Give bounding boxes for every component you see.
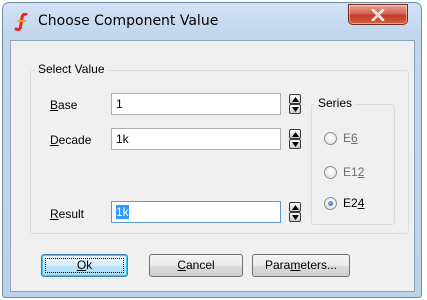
- series-option-label: E12: [343, 165, 365, 179]
- spin-down-icon: [292, 107, 299, 112]
- base-input[interactable]: 1: [111, 93, 281, 115]
- result-spin-up-button[interactable]: [289, 202, 301, 212]
- decade-spinner[interactable]: [289, 129, 301, 149]
- close-icon: [371, 9, 385, 21]
- spin-up-icon: [292, 132, 299, 137]
- result-input[interactable]: 1k: [111, 201, 281, 223]
- series-option-label: E24: [343, 196, 365, 210]
- radio-selected-dot: [328, 201, 333, 206]
- result-spinner[interactable]: [289, 202, 301, 222]
- decade-input[interactable]: 1k: [111, 128, 281, 150]
- decade-spin-up-button[interactable]: [289, 129, 301, 139]
- radio-button[interactable]: [324, 132, 337, 145]
- spin-up-icon: [292, 97, 299, 102]
- dialog-window: Choose Component Value Select Value Base…: [2, 2, 422, 298]
- cancel-button-label: Cancel: [177, 258, 215, 272]
- series-option-label: E6: [343, 131, 358, 145]
- cancel-button[interactable]: Cancel: [149, 254, 243, 277]
- result-spin-down-button[interactable]: [289, 212, 301, 222]
- decade-label: Decade: [50, 133, 92, 147]
- spin-up-icon: [292, 205, 299, 210]
- window-title: Choose Component Value: [38, 13, 219, 29]
- spin-down-icon: [292, 215, 299, 220]
- result-value-selection: 1k: [116, 205, 129, 219]
- select-value-group-label: Select Value: [35, 62, 108, 76]
- base-label: Base: [50, 98, 78, 112]
- spin-down-icon: [292, 142, 299, 147]
- parameters-button[interactable]: Parameters...: [252, 254, 350, 277]
- decade-spin-down-button[interactable]: [289, 139, 301, 149]
- base-spinner[interactable]: [289, 94, 301, 114]
- close-button[interactable]: [348, 4, 408, 25]
- series-group-label: Series: [315, 96, 356, 110]
- simetrix-logo-icon: [14, 13, 28, 31]
- radio-button-selected[interactable]: [324, 197, 337, 210]
- dialog-body: Select Value Base 1 Decade 1k Result 1k …: [10, 40, 415, 292]
- ok-button-label: Ok: [76, 258, 93, 272]
- result-label: Result: [50, 207, 85, 221]
- ok-button[interactable]: Ok: [41, 254, 128, 277]
- radio-button[interactable]: [324, 166, 337, 179]
- base-spin-down-button[interactable]: [289, 104, 301, 114]
- parameters-button-label: Parameters...: [264, 258, 338, 272]
- title-bar[interactable]: Choose Component Value: [3, 3, 421, 37]
- base-spin-up-button[interactable]: [289, 94, 301, 104]
